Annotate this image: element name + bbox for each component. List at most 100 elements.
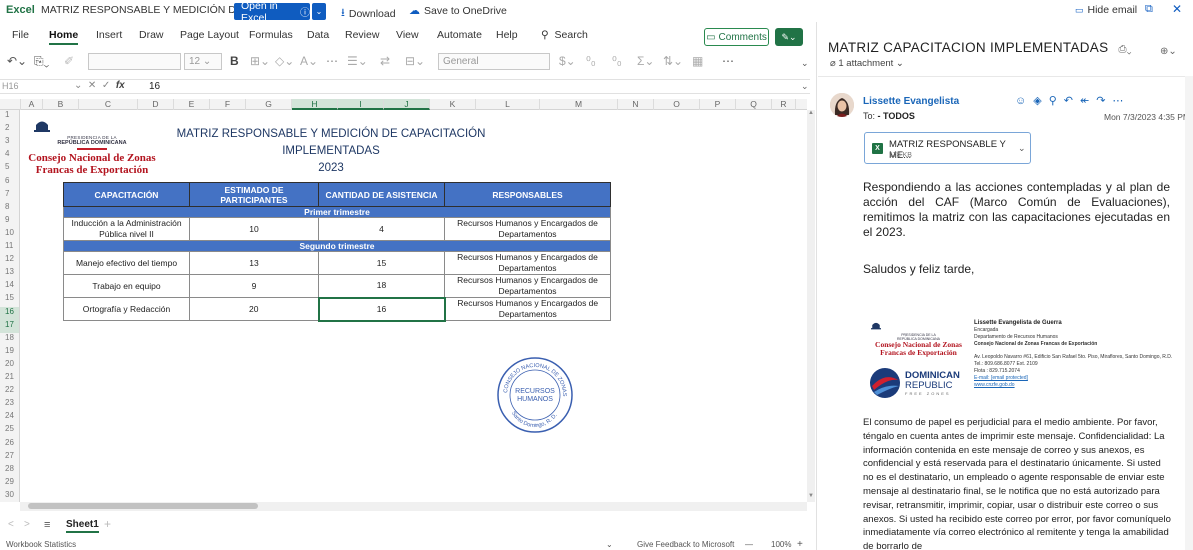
open-in-excel-dropdown[interactable]: ⌄ [312, 3, 326, 20]
add-sheet-icon[interactable]: + [104, 517, 111, 531]
more-font-icon[interactable]: ⋯ [326, 54, 338, 68]
borders-icon[interactable]: ⊞⌄ [250, 54, 270, 68]
close-icon[interactable]: ✕ [1172, 2, 1182, 16]
decrease-decimal-icon[interactable]: ⁰₀ [586, 54, 596, 68]
column-header-h[interactable]: H [292, 99, 338, 110]
tab-automate[interactable]: Automate [437, 29, 482, 41]
comments-button[interactable]: ▭ Comments [704, 28, 769, 46]
autosum-icon[interactable]: Σ⌄ [637, 54, 654, 68]
column-header-b[interactable]: B [43, 99, 79, 110]
ribbon-expand-icon[interactable]: ⌄ [801, 58, 809, 69]
tab-draw[interactable]: Draw [139, 29, 164, 41]
sort-icon[interactable]: ⇅⌄ [663, 54, 683, 68]
zoom-in-icon[interactable]: + [797, 539, 803, 550]
column-header-q[interactable]: Q [736, 99, 772, 110]
row-header-22[interactable]: 22 [0, 385, 19, 398]
increase-decimal-icon[interactable]: ⁰₀ [612, 54, 622, 68]
select-all-corner[interactable] [0, 99, 21, 110]
cell-capacitacion[interactable]: Inducción a la Administración Pública ni… [63, 217, 190, 241]
cell-responsables[interactable]: Recursos Humanos y Encargados de Departa… [444, 297, 611, 321]
cell-asistencia[interactable]: 18 [318, 274, 445, 298]
column-header-a[interactable]: A [21, 99, 43, 110]
row-header-6[interactable]: 6 [0, 176, 19, 189]
vertical-scrollbar[interactable]: ▲ ▼ [807, 110, 815, 502]
row-header-19[interactable]: 19 [0, 346, 19, 359]
row-header-23[interactable]: 23 [0, 398, 19, 411]
row-header-20[interactable]: 20 [0, 359, 19, 372]
row-header-2[interactable]: 2 [0, 123, 19, 136]
column-header-c[interactable]: C [79, 99, 138, 110]
column-header-n[interactable]: N [618, 99, 654, 110]
row-header-15[interactable]: 15 [0, 293, 19, 306]
open-in-excel-button[interactable]: Open in Excel ⓘ [234, 0, 310, 24]
section-primer-trimestre[interactable]: Primer trimestre [63, 206, 611, 218]
zoom-out-icon[interactable]: — [745, 540, 753, 549]
tab-file[interactable]: File [12, 29, 29, 41]
column-header-e[interactable]: E [174, 99, 210, 110]
number-format-select[interactable]: General [438, 53, 550, 70]
selected-cell-asistencia[interactable]: 16 [317, 296, 446, 322]
tab-home[interactable]: Home [49, 29, 79, 45]
cell-estimado[interactable]: 9 [189, 274, 319, 298]
row-header-29[interactable]: 29 [0, 477, 19, 490]
wrap-icon[interactable]: ⇄ [380, 54, 390, 68]
cell-responsables[interactable]: Recursos Humanos y Encargados de Departa… [444, 274, 611, 298]
row-header-17[interactable]: 17 [0, 319, 19, 333]
section-segundo-trimestre[interactable]: Segundo trimestre [63, 240, 611, 252]
zoom-level[interactable]: 100% [771, 540, 791, 549]
document-title[interactable]: MATRIZ RESPONSABLE Y MEDICIÓN DE ... [41, 4, 255, 16]
cell-responsables[interactable]: Recursos Humanos y Encargados de Departa… [444, 251, 611, 275]
email-scrollbar[interactable] [1185, 76, 1193, 550]
download-button[interactable]: ⭳ Download [341, 4, 396, 23]
row-header-28[interactable]: 28 [0, 464, 19, 477]
row-header-13[interactable]: 13 [0, 267, 19, 280]
scroll-down-icon[interactable]: ▼ [808, 493, 814, 499]
popout-icon[interactable]: ⧉ [1145, 3, 1153, 16]
workbook-statistics[interactable]: Workbook Statistics [6, 540, 76, 549]
tab-formulas[interactable]: Formulas [249, 29, 293, 41]
sender-name[interactable]: Lissette Evangelista [863, 96, 959, 107]
avatar[interactable] [830, 93, 854, 117]
font-name-select[interactable] [88, 53, 181, 70]
tag-icon[interactable]: ⎙⌄ [1118, 44, 1131, 55]
row-header-14[interactable]: 14 [0, 280, 19, 293]
tab-review[interactable]: Review [345, 29, 379, 41]
tab-page-layout[interactable]: Page Layout [180, 29, 239, 41]
bold-icon[interactable]: B [230, 54, 239, 68]
cell-capacitacion[interactable]: Manejo efectivo del tiempo [63, 251, 190, 275]
column-header-k[interactable]: K [430, 99, 476, 110]
cell-estimado[interactable]: 20 [189, 297, 319, 321]
sig-email-link[interactable]: E-mail: [email protected] [974, 375, 1179, 382]
align-icon[interactable]: ☰⌄ [347, 54, 368, 68]
apps-icon[interactable]: ⚲ [1049, 95, 1064, 107]
font-size-select[interactable]: 12 ⌄ [184, 53, 222, 70]
currency-icon[interactable]: $⌄ [559, 54, 576, 68]
formula-input[interactable]: 16 [149, 81, 160, 92]
merge-icon[interactable]: ⊟⌄ [405, 54, 425, 68]
all-sheets-icon[interactable]: ≡ [44, 519, 50, 531]
tab-insert[interactable]: Insert [96, 29, 122, 41]
sheet-canvas[interactable]: PRESIDENCIA DE LA REPÚBLICA DOMINICANA C… [21, 110, 807, 502]
fill-color-icon[interactable]: ◇⌄ [275, 54, 294, 68]
search-box[interactable]: ⚲ Search [541, 29, 588, 41]
row-header-26[interactable]: 26 [0, 438, 19, 451]
cell-asistencia[interactable]: 4 [318, 217, 445, 241]
column-header-o[interactable]: O [654, 99, 700, 110]
row-header-3[interactable]: 3 [0, 136, 19, 149]
immersive-reader-icon[interactable]: ◈ [1033, 95, 1048, 107]
tab-view[interactable]: View [396, 29, 419, 41]
row-header-1[interactable]: 1 [0, 110, 19, 123]
status-chevron-icon[interactable]: ⌄ [606, 540, 613, 549]
sig-web-link[interactable]: www.cnzfe.gob.do [974, 382, 1179, 389]
hide-email-button[interactable]: ▭ Hide email [1075, 4, 1137, 16]
emoji-icon[interactable]: ☺ [1015, 95, 1033, 107]
cell-asistencia[interactable]: 15 [318, 251, 445, 275]
column-header-g[interactable]: G [246, 99, 292, 110]
row-header-25[interactable]: 25 [0, 424, 19, 437]
row-header-10[interactable]: 10 [0, 228, 19, 241]
header-estimado[interactable]: ESTIMADO DE PARTICIPANTES [189, 182, 319, 207]
scroll-up-icon[interactable]: ▲ [808, 110, 814, 116]
reply-all-icon[interactable]: ↞ [1080, 95, 1096, 107]
cell-capacitacion[interactable]: Trabajo en equipo [63, 274, 190, 298]
more-icon[interactable]: ⋯ [1112, 95, 1130, 107]
